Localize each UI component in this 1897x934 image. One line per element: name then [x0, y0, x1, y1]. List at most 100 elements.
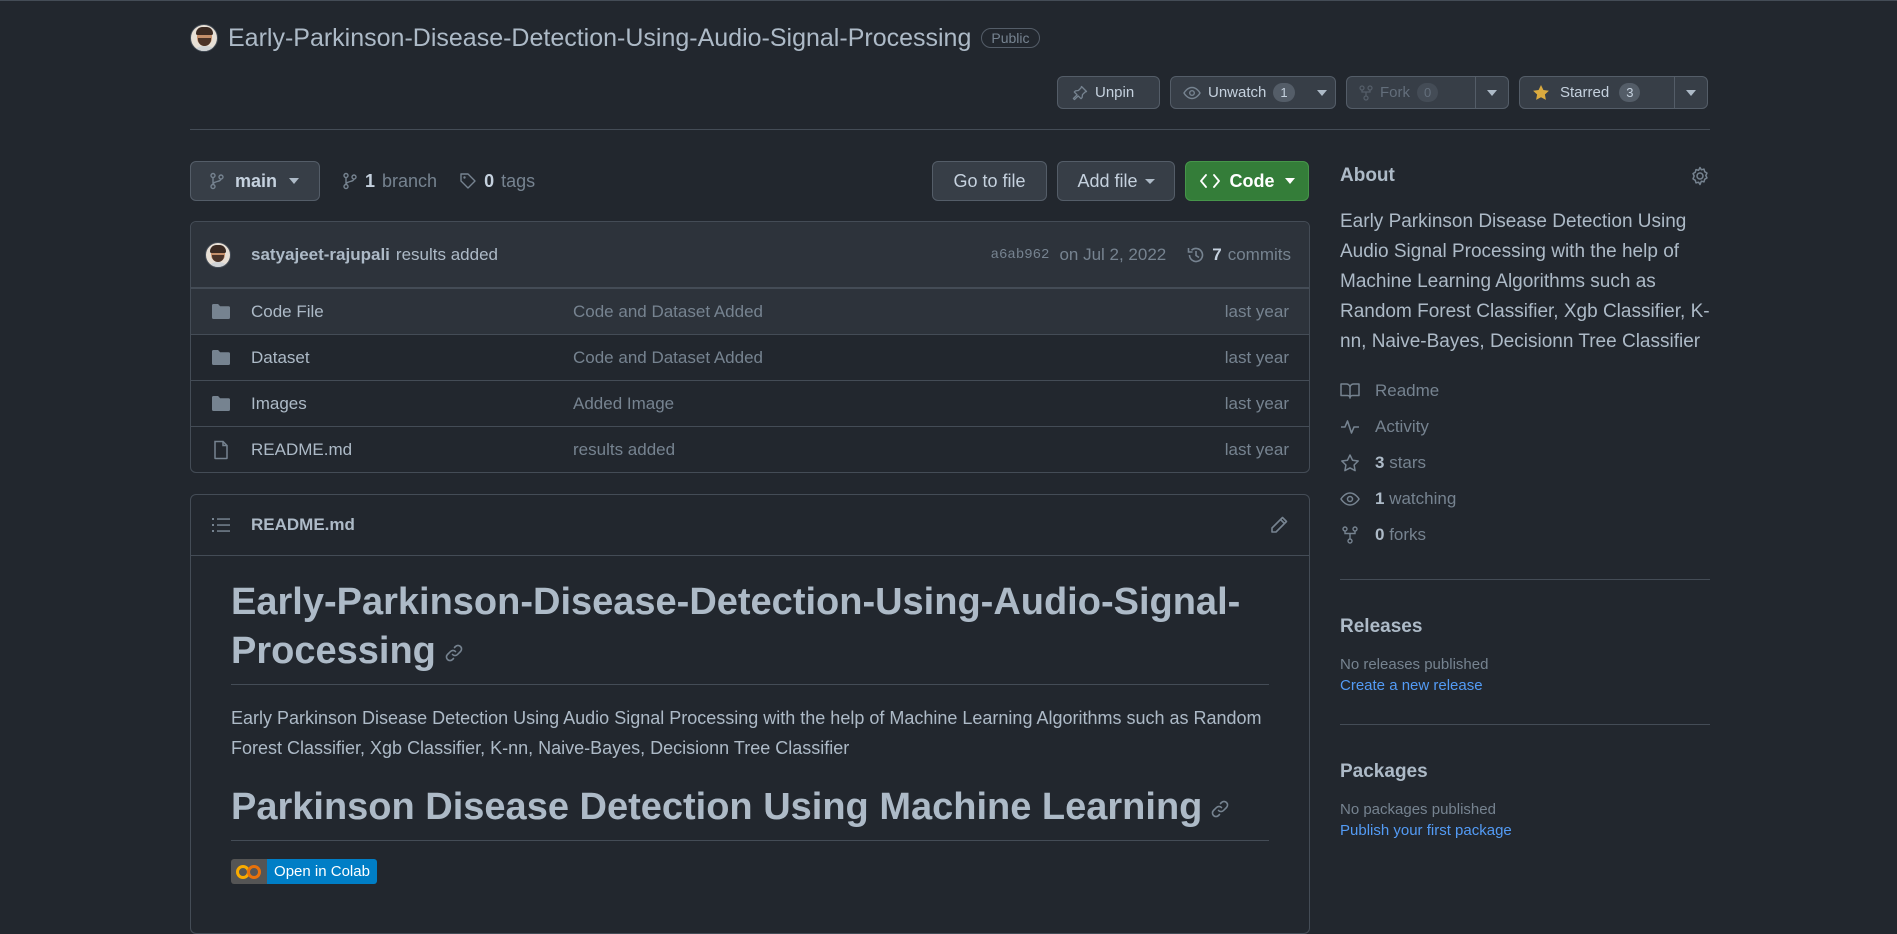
fork-dropdown[interactable]	[1475, 77, 1508, 108]
file-name[interactable]: README.md	[251, 440, 573, 460]
branches-link[interactable]: 1 branch	[342, 171, 437, 192]
code-icon	[1199, 174, 1220, 188]
branch-icon	[209, 172, 225, 190]
link-icon[interactable]	[444, 643, 464, 663]
pencil-icon[interactable]	[1269, 515, 1289, 535]
commit-message[interactable]: results added	[396, 245, 498, 265]
file-actions: Go to file Add file Code	[932, 161, 1309, 201]
releases-empty: No releases published	[1340, 656, 1489, 673]
fork-button[interactable]: Fork 0	[1347, 77, 1468, 108]
top-border	[0, 0, 1897, 1]
branch-name: main	[235, 170, 278, 191]
starred-label: Starred	[1560, 84, 1610, 101]
publish-package-link[interactable]: Publish your first package	[1340, 822, 1710, 839]
file-age: last year	[1224, 393, 1289, 413]
file-commit-message[interactable]: Code and Dataset Added	[573, 348, 763, 368]
header-divider	[190, 129, 1710, 130]
tags-link[interactable]: 0 tags	[459, 171, 535, 192]
watching-link[interactable]: 1 watching	[1340, 481, 1710, 517]
file-age: last year	[1224, 301, 1289, 321]
file-commit-message[interactable]: results added	[573, 440, 675, 460]
branch-selector[interactable]: main	[190, 161, 320, 201]
gear-icon[interactable]	[1690, 166, 1710, 186]
file-row[interactable]: Code File Code and Dataset Added last ye…	[191, 288, 1309, 334]
about-sidebar: About Early Parkinson Disease Detection …	[1340, 161, 1710, 839]
branch-label: branch	[382, 170, 438, 191]
branch-icon	[342, 172, 358, 190]
chevron-down-icon	[1144, 178, 1155, 184]
file-commit-message[interactable]: Code and Dataset Added	[573, 302, 763, 322]
code-label: Code	[1229, 170, 1275, 191]
file-name[interactable]: Code File	[251, 302, 573, 322]
history-icon	[1186, 245, 1206, 265]
commit-sha[interactable]: a6ab962	[991, 247, 1050, 263]
readme-content: Early-Parkinson-Disease-Detection-Using-…	[191, 578, 1309, 884]
branch-bar: main 1 branch 0 tags	[190, 161, 535, 201]
go-to-file-button[interactable]: Go to file	[932, 161, 1047, 201]
stars-link[interactable]: 3 stars	[1340, 445, 1710, 481]
eye-icon	[1340, 491, 1360, 507]
readme-panel: README.md Early-Parkinson-Disease-Detect…	[190, 494, 1310, 934]
chevron-down-icon	[1487, 89, 1497, 96]
forks-link[interactable]: 0 forks	[1340, 517, 1710, 553]
activity-link-label: Activity	[1375, 417, 1429, 436]
owner-avatar[interactable]	[190, 24, 218, 52]
readme-header: README.md	[191, 495, 1309, 556]
add-file-button[interactable]: Add file	[1057, 161, 1175, 201]
about-title: About	[1340, 165, 1395, 186]
folder-icon	[211, 349, 231, 366]
link-icon[interactable]	[1210, 799, 1230, 819]
activity-link[interactable]: Activity	[1340, 409, 1710, 445]
releases-title[interactable]: Releases	[1340, 616, 1710, 638]
watching-label: watching	[1389, 489, 1457, 508]
star-counter: 3	[1619, 83, 1641, 102]
latest-commit-row: satyajeet-rajupali results added a6ab962…	[191, 222, 1309, 288]
readme-link[interactable]: Readme	[1340, 373, 1710, 409]
fork-icon	[1359, 84, 1373, 101]
readme-heading-2-text: Parkinson Disease Detection Using Machin…	[231, 786, 1203, 828]
commit-author[interactable]: satyajeet-rajupali	[251, 245, 390, 265]
star-filled-icon	[1532, 84, 1550, 101]
list-icon[interactable]	[211, 516, 231, 534]
file-row[interactable]: README.md results added last year	[191, 426, 1309, 472]
chevron-down-icon	[1284, 178, 1295, 184]
add-file-label: Add file	[1077, 170, 1138, 191]
unpin-label: Unpin	[1095, 84, 1135, 101]
commits-history-link[interactable]: 7 commits	[1186, 245, 1291, 265]
readme-filename[interactable]: README.md	[251, 515, 355, 535]
star-dropdown[interactable]	[1674, 77, 1707, 108]
file-name[interactable]: Dataset	[251, 348, 573, 368]
watch-dropdown[interactable]	[1305, 77, 1339, 108]
chevron-down-icon	[1686, 89, 1696, 96]
commit-label: commits	[1227, 244, 1291, 264]
watch-counter: 1	[1273, 83, 1295, 102]
file-row[interactable]: Dataset Code and Dataset Added last year	[191, 334, 1309, 380]
book-icon	[1340, 382, 1360, 400]
forks-label: forks	[1389, 525, 1427, 544]
file-name[interactable]: Images	[251, 394, 573, 414]
create-release-link[interactable]: Create a new release	[1340, 677, 1710, 694]
unwatch-label: Unwatch	[1208, 84, 1267, 101]
stars-count: 3	[1375, 453, 1385, 472]
readme-heading-2: Parkinson Disease Detection Using Machin…	[231, 783, 1269, 841]
code-button[interactable]: Code	[1185, 161, 1309, 201]
unpin-button[interactable]: Unpin	[1057, 76, 1160, 109]
author-avatar[interactable]	[205, 241, 231, 268]
file-browser: satyajeet-rajupali results added a6ab962…	[190, 221, 1310, 473]
repo-header: Early-Parkinson-Disease-Detection-Using-…	[190, 20, 1040, 56]
file-row[interactable]: Images Added Image last year	[191, 380, 1309, 426]
forks-count: 0	[1375, 525, 1385, 544]
repo-name-link[interactable]: Early-Parkinson-Disease-Detection-Using-…	[228, 24, 971, 53]
fork-counter: 0	[1417, 83, 1439, 102]
readme-paragraph: Early Parkinson Disease Detection Using …	[231, 708, 1262, 758]
tag-label: tags	[501, 170, 536, 191]
starred-button[interactable]: Starred 3	[1520, 77, 1667, 108]
about-links: Readme Activity 3 stars 1 watching 0 for…	[1340, 373, 1710, 553]
eye-icon	[1183, 86, 1201, 100]
open-in-colab-badge[interactable]: Open in Colab	[231, 859, 377, 884]
tag-count: 0	[484, 170, 495, 191]
packages-title[interactable]: Packages	[1340, 761, 1710, 783]
unwatch-button-group: Unwatch 1	[1170, 76, 1336, 109]
unwatch-button[interactable]: Unwatch 1	[1171, 77, 1298, 108]
file-commit-message[interactable]: Added Image	[573, 394, 674, 414]
